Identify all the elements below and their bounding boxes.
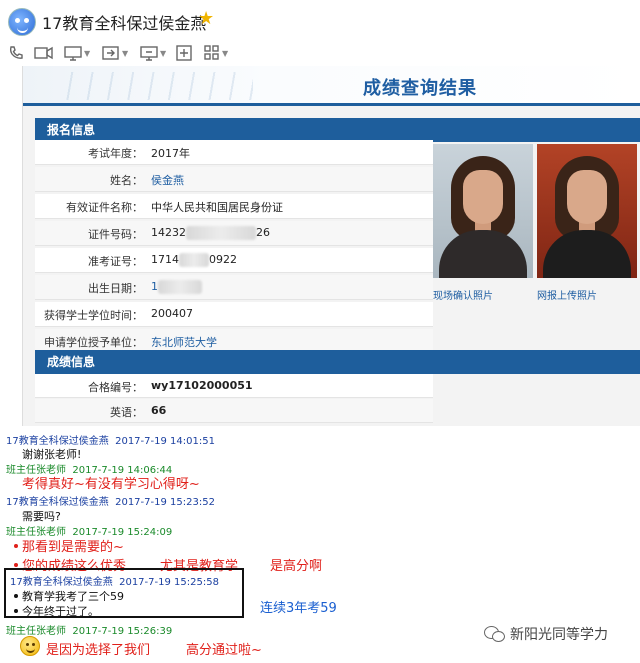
onsite-photo-caption[interactable]: 现场确认照片 — [433, 287, 493, 302]
message-header: 17教育全科保过侯金燕 2017-7-19 15:23:52 — [6, 497, 215, 508]
table-row: 姓名： 侯金燕 — [35, 167, 433, 192]
row-value: wy17102000051 — [151, 379, 253, 392]
table-row: 出生日期： 1 — [35, 275, 433, 300]
message-text: 是因为选择了我们 — [46, 643, 151, 658]
row-label: 准考证号： — [88, 255, 143, 268]
chat-title: 17教育全科保过侯金燕 — [42, 14, 207, 33]
star-icon[interactable]: ★ — [198, 8, 214, 29]
message-text: 高分通过啦~ — [186, 643, 262, 658]
bullet-dot — [14, 609, 18, 613]
result-banner: 成绩查询结果 — [23, 66, 640, 106]
wechat-icon — [484, 626, 505, 642]
phone-icon[interactable] — [8, 42, 24, 64]
row-label: 姓名： — [110, 174, 143, 187]
bullet-dot — [14, 544, 18, 548]
chat-history[interactable]: 17教育全科保过侯金燕 2017-7-19 14:01:51 谢谢张老师! 班主… — [0, 426, 640, 663]
watermark: 新阳光同等学力 — [484, 624, 608, 644]
message-header: 17教育全科保过侯金燕 2017-7-19 14:01:51 — [6, 436, 215, 447]
message-text: 谢谢张老师! — [22, 448, 82, 461]
row-value: 14232 26 — [151, 226, 270, 240]
message-text: 考得真好~有没有学习心得呀~ — [22, 477, 200, 492]
uploaded-photo — [537, 144, 637, 278]
section-scores: 成绩信息 — [35, 350, 640, 374]
row-value: 侯金燕 — [151, 174, 184, 187]
table-row: 考试年度： 2017年 — [35, 140, 433, 165]
toolbar: ▼ ▼ ▼ ▼ — [0, 40, 640, 66]
avatar[interactable] — [8, 8, 36, 36]
section-registration: 报名信息 — [35, 118, 640, 142]
row-value: 1714 0922 — [151, 253, 237, 267]
row-label: 获得学士学位时间： — [44, 309, 143, 322]
uploaded-photo-caption[interactable]: 网报上传照片 — [537, 287, 597, 302]
table-row: 准考证号： 1714 0922 — [35, 248, 433, 273]
shared-screenshot[interactable]: 成绩查询结果 报名信息 考试年度： 2017年 姓名： 侯金燕 有效证件名称： … — [22, 66, 640, 426]
row-value: 2017年 — [151, 147, 190, 160]
apps-icon[interactable]: ▼ — [204, 42, 228, 64]
row-value: 中华人民共和国居民身份证 — [151, 201, 283, 214]
title-bar: 17教育全科保过侯金燕 ★ — [0, 0, 640, 40]
smiley-icon — [20, 636, 40, 656]
onsite-photo — [433, 144, 533, 278]
row-label: 证件号码： — [88, 228, 143, 241]
bullet-dot — [14, 594, 18, 598]
table-row: 英语： 66 — [35, 399, 433, 423]
remote-desktop-icon[interactable]: ▼ — [140, 42, 166, 64]
row-label: 有效证件名称： — [66, 201, 143, 214]
table-row: 获得学士学位时间： 200407 — [35, 302, 433, 327]
row-value: 东北师范大学 — [151, 336, 217, 349]
row-label: 出生日期： — [88, 282, 143, 295]
screen-share-icon[interactable]: ▼ — [64, 42, 90, 64]
result-title: 成绩查询结果 — [363, 78, 477, 99]
message-text: 需要吗? — [22, 510, 61, 523]
message-header: 班主任张老师 2017-7-19 15:26:39 — [6, 626, 173, 637]
row-label: 申请学位授予单位： — [44, 336, 143, 349]
row-label: 考试年度： — [88, 147, 143, 160]
row-value: 66 — [151, 404, 167, 417]
message-text: 今年终于过了。 — [22, 605, 99, 618]
row-value: 200407 — [151, 307, 193, 320]
invite-icon[interactable] — [176, 42, 192, 64]
file-transfer-icon[interactable]: ▼ — [102, 42, 128, 64]
message-text: 是高分啊 — [270, 559, 323, 574]
row-value: 1 — [151, 280, 202, 294]
bullet-dot — [14, 563, 18, 567]
message-text: 那看到是需要的~ — [22, 540, 124, 555]
video-icon[interactable] — [34, 42, 54, 64]
table-row: 有效证件名称： 中华人民共和国居民身份证 — [35, 194, 433, 219]
table-row: 合格编号： wy17102000051 — [35, 374, 433, 398]
annotation-note: 连续3年考59 — [260, 601, 337, 616]
table-row: 证件号码： 14232 26 — [35, 221, 433, 246]
message-text: 教育学我考了三个59 — [22, 590, 124, 603]
row-label: 英语： — [110, 406, 143, 419]
message-header: 17教育全科保过侯金燕 2017-7-19 15:25:58 — [10, 577, 219, 588]
row-label: 合格编号： — [88, 381, 143, 394]
